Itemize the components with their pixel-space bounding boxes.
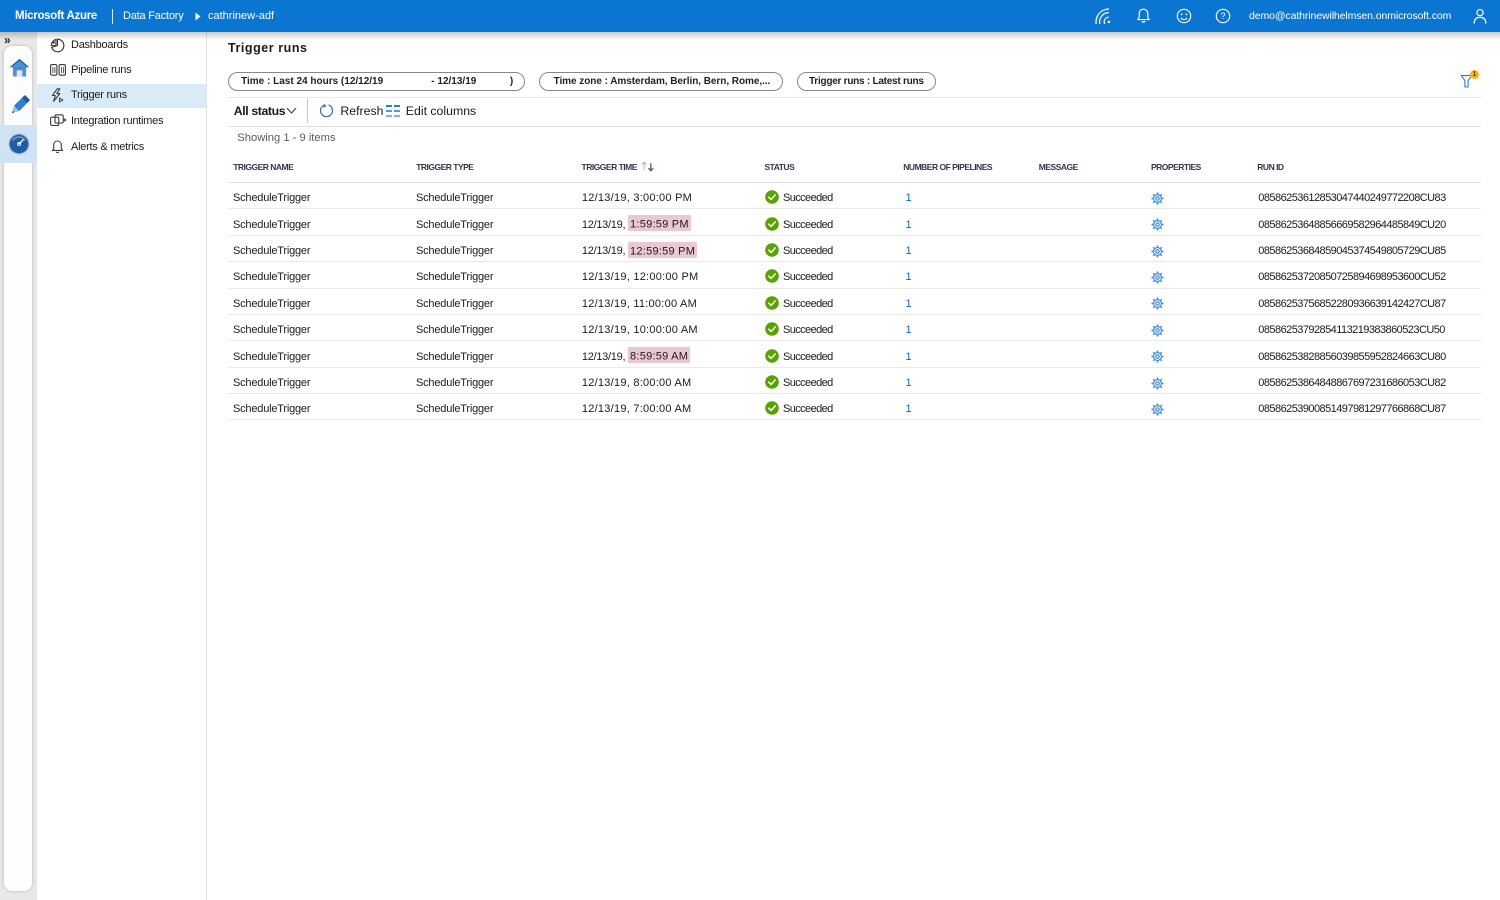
svg-text:?: ? <box>1220 11 1225 21</box>
